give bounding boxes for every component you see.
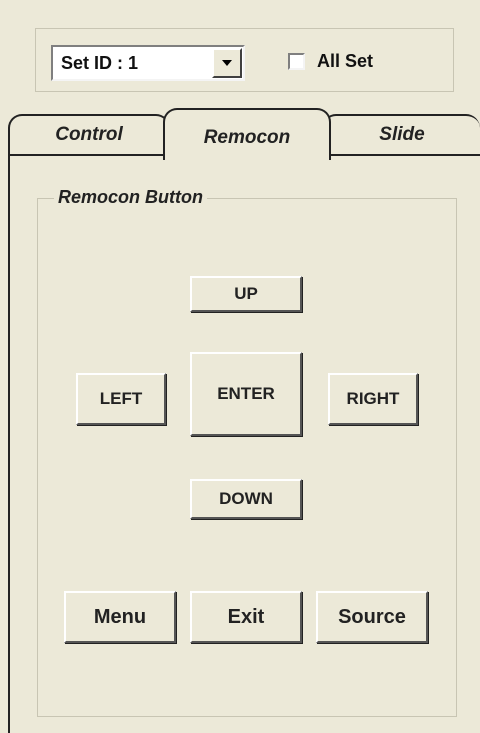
exit-button[interactable]: Exit — [190, 591, 302, 643]
down-button[interactable]: DOWN — [190, 479, 302, 519]
tab-control[interactable]: Control — [8, 114, 170, 154]
tab-bar: Control Slide Remocon — [0, 108, 480, 160]
all-set-option[interactable]: All Set — [288, 51, 373, 72]
group-title: Remocon Button — [54, 187, 207, 208]
right-button[interactable]: RIGHT — [328, 373, 418, 425]
set-id-text: Set ID : 1 — [53, 53, 212, 74]
set-id-select[interactable]: Set ID : 1 — [51, 45, 245, 81]
chevron-down-icon — [222, 60, 232, 66]
set-id-group: Set ID : 1 All Set — [35, 28, 454, 92]
remocon-panel: Remocon Button UP LEFT ENTER RIGHT DOWN … — [8, 154, 480, 733]
all-set-checkbox[interactable] — [288, 53, 305, 70]
source-button[interactable]: Source — [316, 591, 428, 643]
left-button[interactable]: LEFT — [76, 373, 166, 425]
dropdown-button[interactable] — [212, 48, 242, 78]
all-set-label: All Set — [317, 51, 374, 71]
tab-remocon[interactable]: Remocon — [163, 108, 331, 160]
enter-button[interactable]: ENTER — [190, 352, 302, 436]
set-id-value: 1 — [128, 52, 139, 73]
set-id-label: Set ID : — [61, 52, 124, 73]
tab-slide[interactable]: Slide — [322, 114, 480, 154]
remocon-button-group: Remocon Button UP LEFT ENTER RIGHT DOWN … — [37, 187, 457, 717]
up-button[interactable]: UP — [190, 276, 302, 312]
menu-button[interactable]: Menu — [64, 591, 176, 643]
